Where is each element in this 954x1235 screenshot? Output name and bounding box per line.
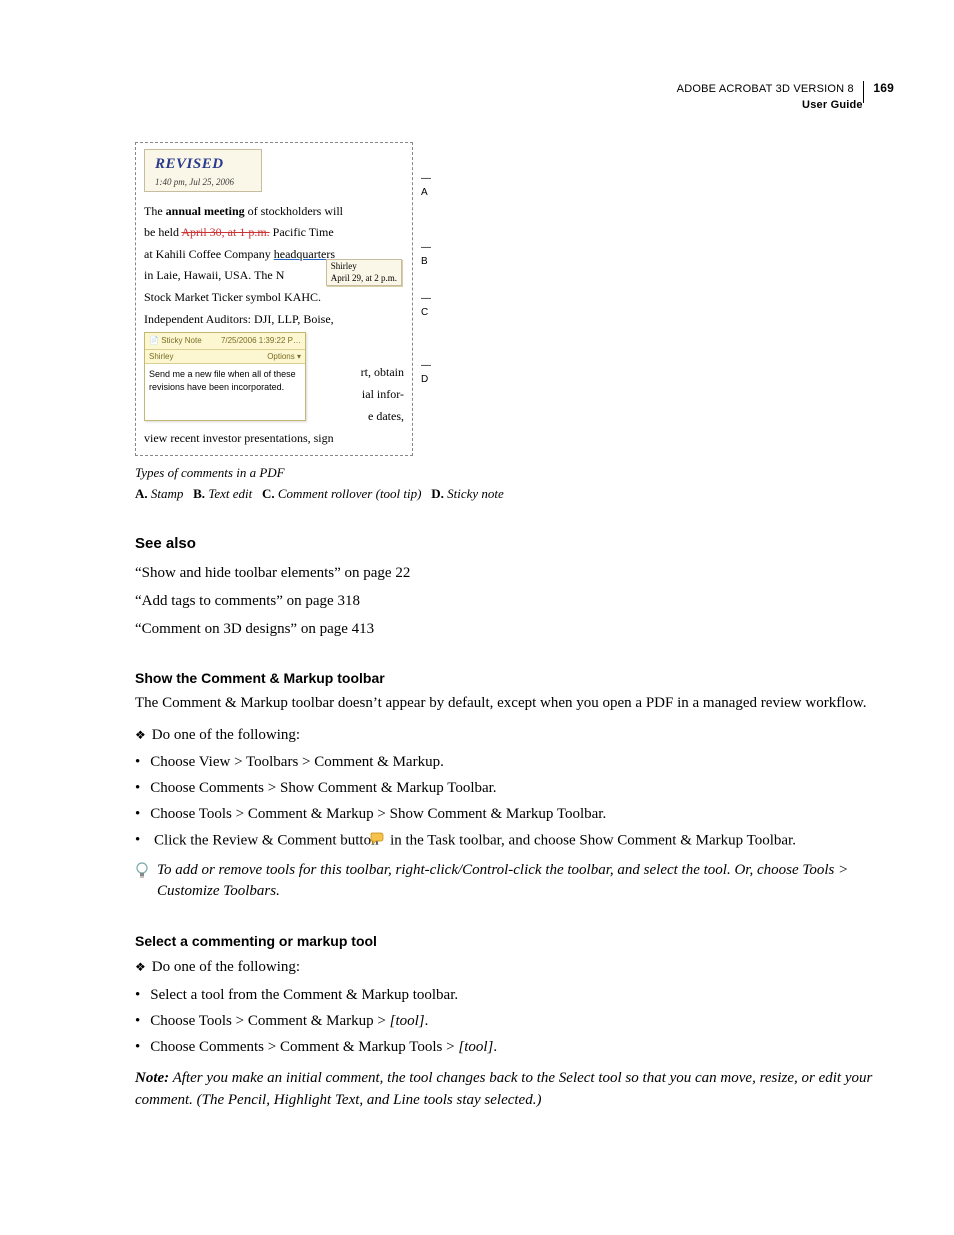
subhead-show-toolbar: Show the Comment & Markup toolbar — [135, 668, 894, 688]
stamp-datetime: 1:40 pm, Jul 25, 2006 — [155, 176, 251, 189]
do-one-of: ❖Do one of the following: — [135, 725, 894, 747]
figure-block: REVISED 1:40 pm, Jul 25, 2006 The annual… — [135, 142, 894, 456]
section-intro: The Comment & Markup toolbar doesn’t app… — [135, 693, 894, 715]
callout-a: A — [421, 187, 428, 198]
xref-link[interactable]: “Comment on 3D designs” on page 413 — [135, 619, 894, 641]
callout-c: C — [421, 307, 428, 318]
tip-note: To add or remove tools for this toolbar,… — [135, 860, 894, 904]
list-item: Choose Comments > Show Comment & Markup … — [149, 778, 894, 800]
tooltip-author: Shirley — [331, 261, 397, 273]
diamond-icon: ❖ — [135, 728, 146, 742]
xref-link[interactable]: “Add tags to comments” on page 318 — [135, 591, 894, 613]
page-number: 169 — [873, 81, 894, 95]
text-edit-strikeout: April 30, at 1 p.m. — [181, 225, 269, 239]
xref-link[interactable]: “Show and hide toolbar elements” on page… — [135, 563, 894, 585]
instruction-list: Select a tool from the Comment & Markup … — [135, 985, 894, 1058]
doc-title: User Guide — [802, 99, 863, 111]
stamp-title: REVISED — [155, 154, 251, 176]
comment-tooltip: Shirley April 29, at 2 p.m. — [326, 259, 402, 286]
figure-legend: A. Stamp B. Text edit C. Comment rollove… — [135, 485, 894, 504]
do-one-of: ❖Do one of the following: — [135, 957, 894, 979]
lightbulb-icon — [135, 862, 149, 904]
running-header: ADOBE ACROBAT 3D VERSION 8 169 User Guid… — [60, 80, 894, 114]
note-paragraph: Note: After you make an initial comment,… — [135, 1068, 894, 1112]
stamp-annotation: REVISED 1:40 pm, Jul 25, 2006 — [144, 149, 262, 192]
list-item: Choose Tools > Comment & Markup > [tool]… — [149, 1011, 894, 1033]
figure-pdf-comments: REVISED 1:40 pm, Jul 25, 2006 The annual… — [135, 142, 413, 456]
subhead-select-tool: Select a commenting or markup tool — [135, 931, 894, 951]
sample-document-text: The annual meeting of stockholders will … — [144, 202, 404, 448]
figure-callout-labels: — A — B — C — D — [421, 142, 439, 388]
figure-caption: Types of comments in a PDF — [135, 464, 894, 483]
callout-b: B — [421, 256, 428, 267]
list-item: Choose Comments > Comment & Markup Tools… — [149, 1037, 894, 1059]
sticky-note-options[interactable]: Options ▾ — [267, 351, 301, 363]
sticky-note-timestamp: 7/25/2006 1:39:22 P… — [221, 335, 301, 347]
note-label: Note: — [135, 1070, 169, 1086]
product-name: ADOBE ACROBAT 3D VERSION 8 — [677, 83, 854, 95]
tooltip-text: April 29, at 2 p.m. — [331, 273, 397, 285]
list-item: Choose View > Toolbars > Comment & Marku… — [149, 752, 894, 774]
sticky-note-icon-label: 📄 Sticky Note — [149, 335, 202, 347]
callout-d: D — [421, 374, 428, 385]
list-item: Select a tool from the Comment & Markup … — [149, 985, 894, 1007]
diamond-icon: ❖ — [135, 960, 146, 974]
sticky-note-author: Shirley — [149, 351, 173, 363]
instruction-list: Choose View > Toolbars > Comment & Marku… — [135, 752, 894, 851]
list-item: Choose Tools > Comment & Markup > Show C… — [149, 804, 894, 826]
list-item: Click the Review & Comment button in the… — [149, 830, 894, 852]
see-also-heading: See also — [135, 533, 894, 555]
